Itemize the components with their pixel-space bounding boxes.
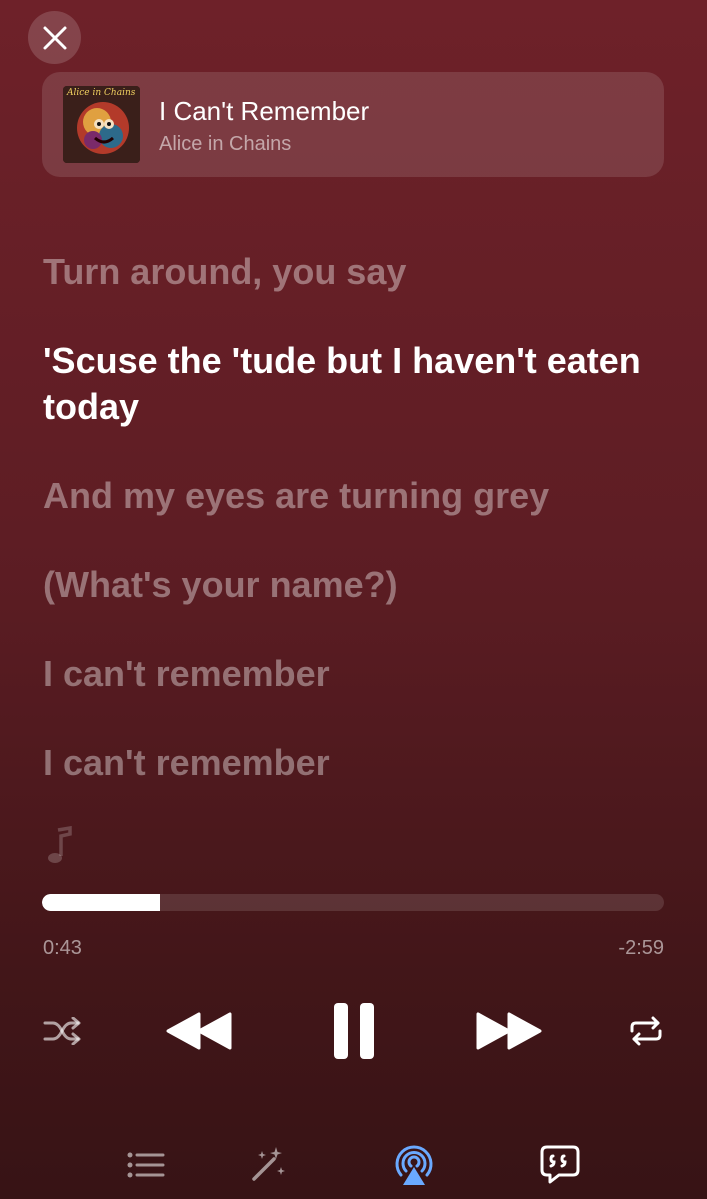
previous-track-button[interactable] bbox=[164, 1008, 234, 1054]
magic-wand-icon bbox=[252, 1147, 285, 1181]
close-icon bbox=[43, 26, 66, 49]
shuffle-icon bbox=[43, 1017, 81, 1045]
queue-button[interactable] bbox=[121, 1141, 169, 1189]
lyrics-quote-icon bbox=[540, 1145, 580, 1184]
lyric-line[interactable]: I can't remember bbox=[43, 651, 643, 697]
close-button[interactable] bbox=[28, 11, 81, 64]
queue-list-icon bbox=[127, 1152, 165, 1178]
progress-slider[interactable] bbox=[42, 894, 664, 911]
lyric-line[interactable]: (What's your name?) bbox=[43, 562, 643, 608]
artist-name[interactable]: Alice in Chains bbox=[159, 133, 291, 156]
airplay-button[interactable] bbox=[390, 1141, 438, 1189]
fast-forward-icon bbox=[476, 1012, 542, 1050]
pause-icon bbox=[334, 1003, 374, 1059]
music-note-icon bbox=[48, 826, 72, 863]
shuffle-button[interactable] bbox=[40, 1012, 84, 1050]
lyrics-button[interactable] bbox=[536, 1141, 584, 1189]
effects-button[interactable] bbox=[244, 1141, 292, 1189]
pause-button[interactable] bbox=[330, 1000, 378, 1062]
lyric-line[interactable]: Turn around, you say bbox=[43, 249, 643, 295]
rewind-icon bbox=[166, 1012, 232, 1050]
progress-fill bbox=[42, 894, 161, 911]
remaining-time: -2:59 bbox=[618, 937, 664, 959]
repeat-button[interactable] bbox=[624, 1012, 668, 1050]
repeat-icon bbox=[630, 1016, 662, 1046]
album-artwork-band-name: Alice in Chains bbox=[67, 88, 136, 98]
airplay-icon bbox=[395, 1145, 433, 1185]
lyrics-panel: Turn around, you say 'Scuse the 'tude bu… bbox=[43, 249, 643, 829]
now-playing-card[interactable]: Alice in Chains I Can't Remember Alice i… bbox=[42, 72, 664, 177]
lyric-line-current[interactable]: 'Scuse the 'tude but I haven't eaten tod… bbox=[43, 338, 643, 430]
elapsed-time: 0:43 bbox=[43, 937, 82, 959]
album-artwork: Alice in Chains bbox=[63, 86, 140, 163]
song-title: I Can't Remember bbox=[159, 96, 370, 126]
next-track-button[interactable] bbox=[474, 1008, 544, 1054]
lyric-line[interactable]: And my eyes are turning grey bbox=[43, 473, 643, 519]
lyric-line[interactable]: I can't remember bbox=[43, 740, 643, 786]
